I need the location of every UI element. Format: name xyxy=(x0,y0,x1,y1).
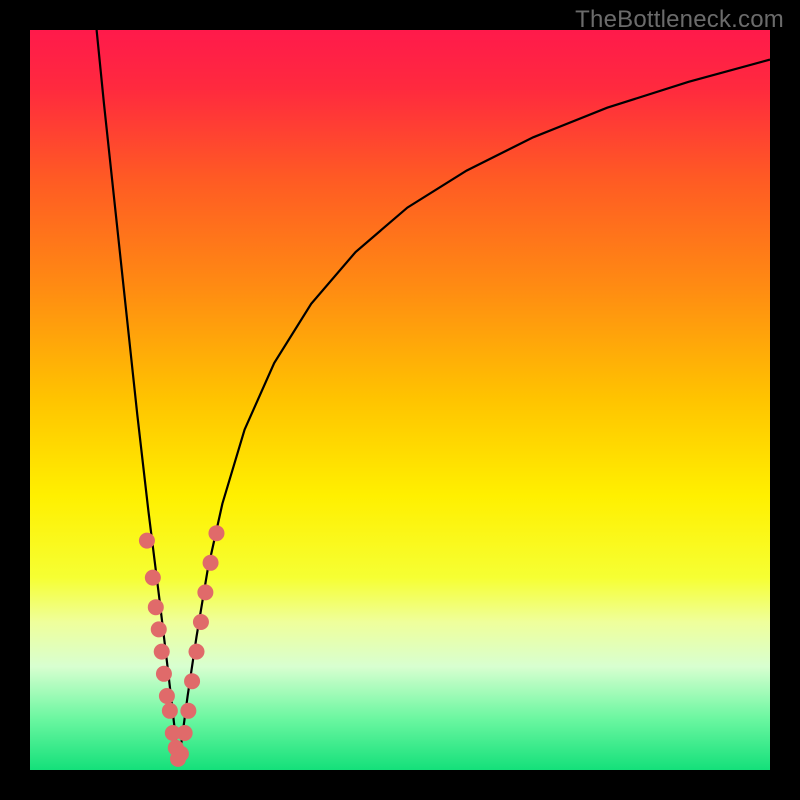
curve-marker xyxy=(208,525,224,541)
curve-marker xyxy=(180,703,196,719)
curve-marker xyxy=(189,644,205,660)
curve-marker xyxy=(197,584,213,600)
curve-marker xyxy=(177,725,193,741)
curve-marker xyxy=(139,533,155,549)
curve-marker xyxy=(151,621,167,637)
watermark-text: TheBottleneck.com xyxy=(575,6,784,34)
curve-marker xyxy=(203,555,219,571)
curve-marker xyxy=(148,599,164,615)
curve-marker xyxy=(173,746,189,762)
curve-marker xyxy=(193,614,209,630)
curve-marker xyxy=(145,570,161,586)
gradient-background xyxy=(30,30,770,770)
chart-frame: TheBottleneck.com xyxy=(0,0,800,800)
curve-marker xyxy=(159,688,175,704)
curve-marker xyxy=(184,673,200,689)
curve-marker xyxy=(156,666,172,682)
curve-marker xyxy=(154,644,170,660)
curve-marker xyxy=(162,703,178,719)
chart-svg xyxy=(30,30,770,770)
plot-area xyxy=(30,30,770,770)
